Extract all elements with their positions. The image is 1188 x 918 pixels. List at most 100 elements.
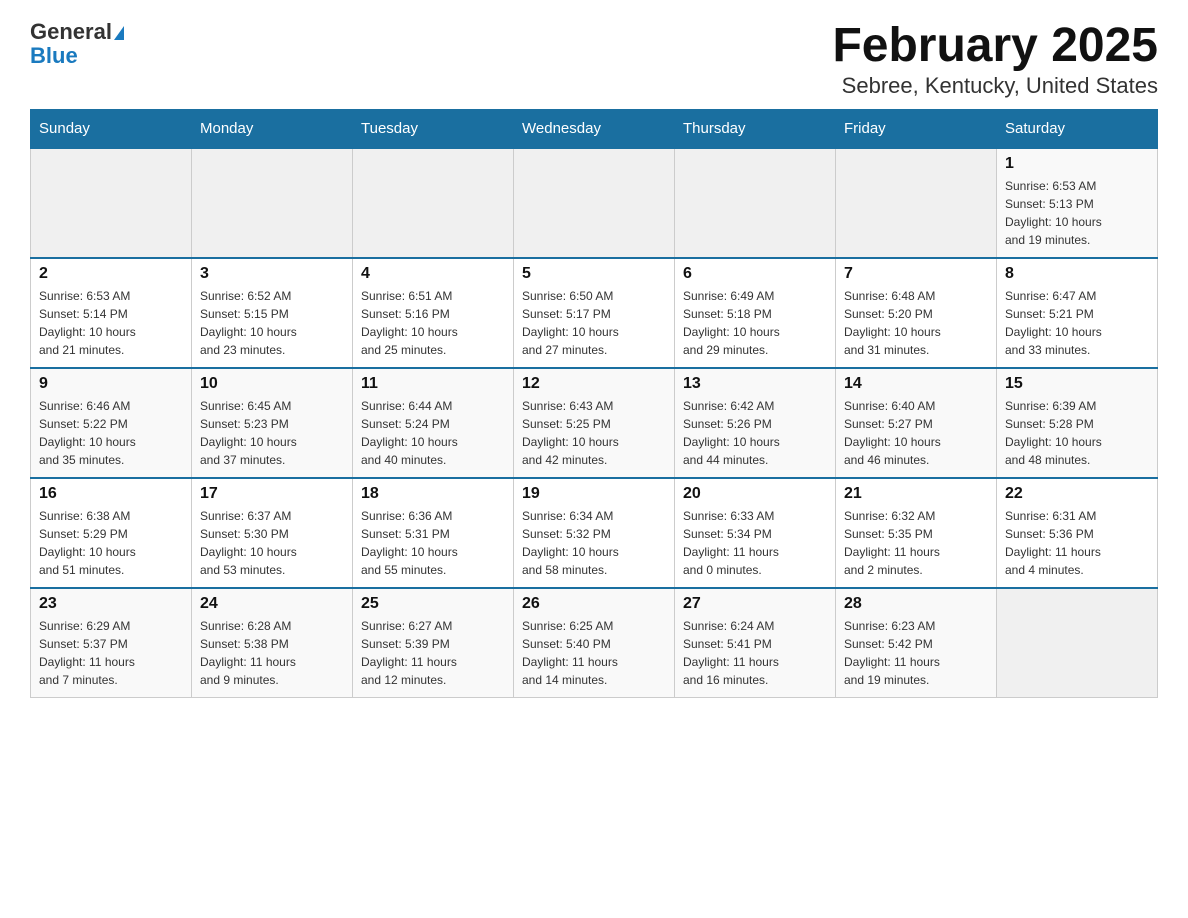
day-number: 25 <box>361 595 505 613</box>
week-row-4: 16 Sunrise: 6:38 AMSunset: 5:29 PMDayligh… <box>31 478 1158 588</box>
day-number: 11 <box>361 375 505 393</box>
week-row-3: 9 Sunrise: 6:46 AMSunset: 5:22 PMDaylight… <box>31 368 1158 478</box>
calendar-cell <box>353 148 514 258</box>
day-number: 20 <box>683 485 827 503</box>
logo: General Blue <box>30 20 124 68</box>
calendar-cell: 6 Sunrise: 6:49 AMSunset: 5:18 PMDaylight… <box>675 258 836 368</box>
calendar-cell: 3 Sunrise: 6:52 AMSunset: 5:15 PMDaylight… <box>192 258 353 368</box>
calendar-cell: 2 Sunrise: 6:53 AMSunset: 5:14 PMDaylight… <box>31 258 192 368</box>
day-info: Sunrise: 6:36 AMSunset: 5:31 PMDaylight:… <box>361 507 505 579</box>
calendar-cell: 15 Sunrise: 6:39 AMSunset: 5:28 PMDayligh… <box>997 368 1158 478</box>
calendar-cell: 17Sunrise: 6:37 AMSunset: 5:30 PMDayligh… <box>192 478 353 588</box>
week-row-1: 1 Sunrise: 6:53 AMSunset: 5:13 PMDaylight… <box>31 148 1158 258</box>
day-number: 8 <box>1005 265 1149 283</box>
calendar-cell: 5Sunrise: 6:50 AMSunset: 5:17 PMDaylight… <box>514 258 675 368</box>
day-number: 21 <box>844 485 988 503</box>
calendar-cell: 24 Sunrise: 6:28 AMSunset: 5:38 PMDayligh… <box>192 588 353 698</box>
page-subtitle: Sebree, Kentucky, United States <box>832 73 1158 99</box>
day-info: Sunrise: 6:32 AMSunset: 5:35 PMDaylight:… <box>844 507 988 579</box>
day-info: Sunrise: 6:48 AMSunset: 5:20 PMDaylight:… <box>844 287 988 359</box>
page-header: General Blue February 2025 Sebree, Kentu… <box>30 20 1158 99</box>
day-number: 18 <box>361 485 505 503</box>
day-number: 22 <box>1005 485 1149 503</box>
title-block: February 2025 Sebree, Kentucky, United S… <box>832 20 1158 99</box>
calendar-cell: 9 Sunrise: 6:46 AMSunset: 5:22 PMDaylight… <box>31 368 192 478</box>
calendar-cell: 21 Sunrise: 6:32 AMSunset: 5:35 PMDayligh… <box>836 478 997 588</box>
day-number: 23 <box>39 595 183 613</box>
calendar-cell: 19Sunrise: 6:34 AMSunset: 5:32 PMDayligh… <box>514 478 675 588</box>
day-number: 9 <box>39 375 183 393</box>
day-number: 7 <box>844 265 988 283</box>
day-info: Sunrise: 6:31 AMSunset: 5:36 PMDaylight:… <box>1005 507 1149 579</box>
calendar-cell: 23 Sunrise: 6:29 AMSunset: 5:37 PMDayligh… <box>31 588 192 698</box>
day-info: Sunrise: 6:29 AMSunset: 5:37 PMDaylight:… <box>39 617 183 689</box>
day-number: 6 <box>683 265 827 283</box>
calendar-cell: 20 Sunrise: 6:33 AMSunset: 5:34 PMDayligh… <box>675 478 836 588</box>
logo-blue-text: Blue <box>30 44 78 68</box>
page-title: February 2025 <box>832 20 1158 73</box>
day-info: Sunrise: 6:23 AMSunset: 5:42 PMDaylight:… <box>844 617 988 689</box>
calendar-cell <box>997 588 1158 698</box>
calendar-cell: 26 Sunrise: 6:25 AMSunset: 5:40 PMDayligh… <box>514 588 675 698</box>
day-number: 4 <box>361 265 505 283</box>
day-info: Sunrise: 6:52 AMSunset: 5:15 PMDaylight:… <box>200 287 344 359</box>
day-number: 15 <box>1005 375 1149 393</box>
day-info: Sunrise: 6:33 AMSunset: 5:34 PMDaylight:… <box>683 507 827 579</box>
col-header-sunday: Sunday <box>31 109 192 148</box>
col-header-wednesday: Wednesday <box>514 109 675 148</box>
day-number: 10 <box>200 375 344 393</box>
calendar-header-row: SundayMondayTuesdayWednesdayThursdayFrid… <box>31 109 1158 148</box>
day-number: 5 <box>522 265 666 283</box>
day-number: 19 <box>522 485 666 503</box>
day-info: Sunrise: 6:53 AMSunset: 5:14 PMDaylight:… <box>39 287 183 359</box>
day-info: Sunrise: 6:24 AMSunset: 5:41 PMDaylight:… <box>683 617 827 689</box>
calendar-cell <box>836 148 997 258</box>
day-number: 28 <box>844 595 988 613</box>
day-number: 2 <box>39 265 183 283</box>
day-info: Sunrise: 6:43 AMSunset: 5:25 PMDaylight:… <box>522 397 666 469</box>
day-info: Sunrise: 6:39 AMSunset: 5:28 PMDaylight:… <box>1005 397 1149 469</box>
day-number: 16 <box>39 485 183 503</box>
day-info: Sunrise: 6:53 AMSunset: 5:13 PMDaylight:… <box>1005 177 1149 249</box>
calendar-cell: 7 Sunrise: 6:48 AMSunset: 5:20 PMDaylight… <box>836 258 997 368</box>
calendar-cell: 22 Sunrise: 6:31 AMSunset: 5:36 PMDayligh… <box>997 478 1158 588</box>
day-info: Sunrise: 6:46 AMSunset: 5:22 PMDaylight:… <box>39 397 183 469</box>
day-info: Sunrise: 6:45 AMSunset: 5:23 PMDaylight:… <box>200 397 344 469</box>
calendar-cell: 11 Sunrise: 6:44 AMSunset: 5:24 PMDayligh… <box>353 368 514 478</box>
day-number: 14 <box>844 375 988 393</box>
week-row-5: 23 Sunrise: 6:29 AMSunset: 5:37 PMDayligh… <box>31 588 1158 698</box>
day-info: Sunrise: 6:37 AMSunset: 5:30 PMDaylight:… <box>200 507 344 579</box>
day-info: Sunrise: 6:42 AMSunset: 5:26 PMDaylight:… <box>683 397 827 469</box>
calendar-cell: 8Sunrise: 6:47 AMSunset: 5:21 PMDaylight… <box>997 258 1158 368</box>
calendar-cell <box>31 148 192 258</box>
day-info: Sunrise: 6:49 AMSunset: 5:18 PMDaylight:… <box>683 287 827 359</box>
col-header-thursday: Thursday <box>675 109 836 148</box>
day-info: Sunrise: 6:40 AMSunset: 5:27 PMDaylight:… <box>844 397 988 469</box>
day-info: Sunrise: 6:44 AMSunset: 5:24 PMDaylight:… <box>361 397 505 469</box>
calendar-table: SundayMondayTuesdayWednesdayThursdayFrid… <box>30 109 1158 699</box>
day-number: 3 <box>200 265 344 283</box>
calendar-cell: 18 Sunrise: 6:36 AMSunset: 5:31 PMDayligh… <box>353 478 514 588</box>
calendar-cell: 1 Sunrise: 6:53 AMSunset: 5:13 PMDaylight… <box>997 148 1158 258</box>
calendar-cell: 16 Sunrise: 6:38 AMSunset: 5:29 PMDayligh… <box>31 478 192 588</box>
day-info: Sunrise: 6:38 AMSunset: 5:29 PMDaylight:… <box>39 507 183 579</box>
day-number: 26 <box>522 595 666 613</box>
day-number: 1 <box>1005 155 1149 173</box>
day-number: 12 <box>522 375 666 393</box>
day-info: Sunrise: 6:51 AMSunset: 5:16 PMDaylight:… <box>361 287 505 359</box>
calendar-cell: 14 Sunrise: 6:40 AMSunset: 5:27 PMDayligh… <box>836 368 997 478</box>
day-number: 24 <box>200 595 344 613</box>
calendar-cell: 13Sunrise: 6:42 AMSunset: 5:26 PMDayligh… <box>675 368 836 478</box>
calendar-cell: 28 Sunrise: 6:23 AMSunset: 5:42 PMDayligh… <box>836 588 997 698</box>
day-info: Sunrise: 6:25 AMSunset: 5:40 PMDaylight:… <box>522 617 666 689</box>
calendar-cell: 10 Sunrise: 6:45 AMSunset: 5:23 PMDayligh… <box>192 368 353 478</box>
day-info: Sunrise: 6:27 AMSunset: 5:39 PMDaylight:… <box>361 617 505 689</box>
calendar-cell: 4 Sunrise: 6:51 AMSunset: 5:16 PMDaylight… <box>353 258 514 368</box>
logo-triangle-icon <box>114 26 124 40</box>
day-info: Sunrise: 6:28 AMSunset: 5:38 PMDaylight:… <box>200 617 344 689</box>
col-header-tuesday: Tuesday <box>353 109 514 148</box>
col-header-friday: Friday <box>836 109 997 148</box>
col-header-saturday: Saturday <box>997 109 1158 148</box>
week-row-2: 2 Sunrise: 6:53 AMSunset: 5:14 PMDaylight… <box>31 258 1158 368</box>
calendar-cell <box>514 148 675 258</box>
